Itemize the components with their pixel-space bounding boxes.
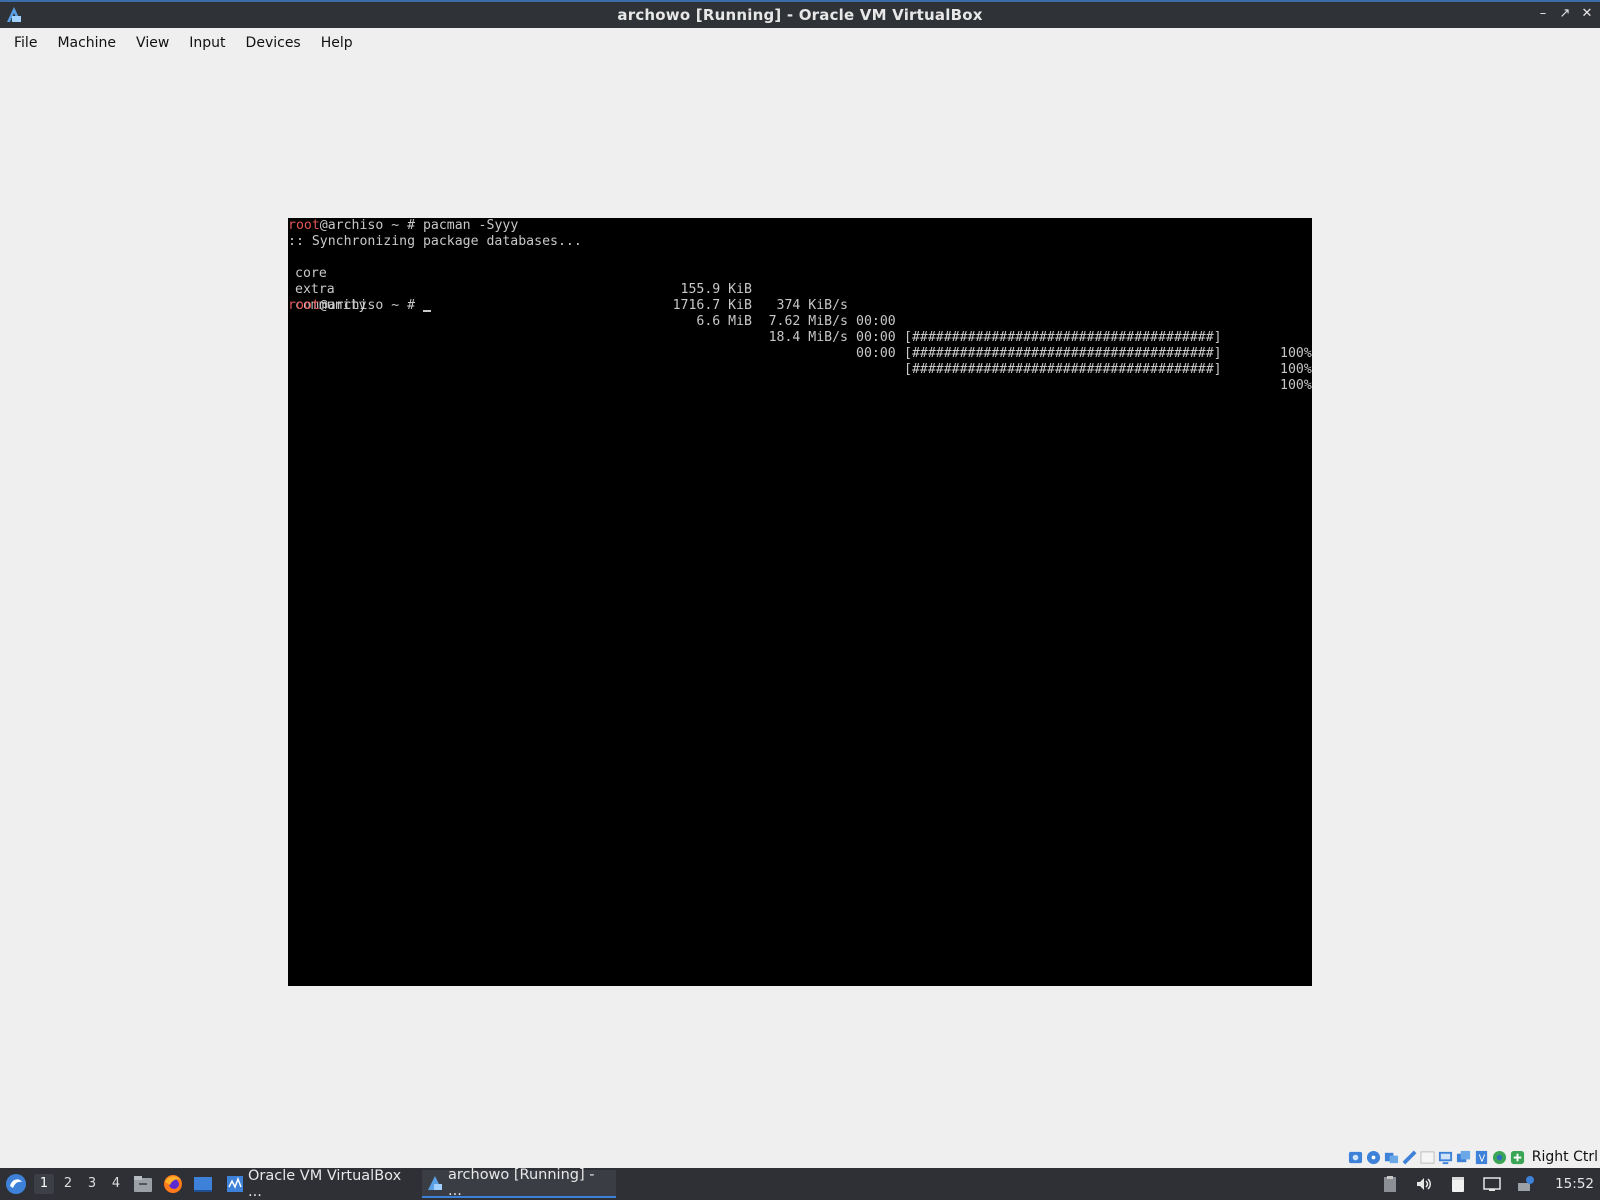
db-rate: 374 KiB/s	[776, 298, 848, 313]
minimize-button[interactable]: –	[1536, 6, 1550, 22]
db-rate: 7.62 MiB/s	[768, 314, 848, 329]
sync-message: :: Synchronizing package databases...	[288, 234, 582, 249]
terminal-cursor	[422, 298, 431, 312]
window-titlebar[interactable]: archowo [Running] - Oracle VM VirtualBox…	[0, 0, 1600, 28]
menu-file[interactable]: File	[4, 31, 47, 55]
workspace-3[interactable]: 3	[82, 1174, 102, 1194]
db-percent: 100%	[1280, 378, 1312, 393]
update-icon[interactable]	[1517, 1175, 1535, 1193]
virtualbox-manager-icon	[227, 1176, 243, 1192]
clock[interactable]: 15:52	[1555, 1176, 1594, 1192]
menu-input[interactable]: Input	[179, 31, 235, 55]
prompt-host: @archiso ~ #	[319, 298, 423, 313]
menu-view[interactable]: View	[126, 31, 179, 55]
file-manager-icon[interactable]	[132, 1173, 154, 1195]
network-icon[interactable]	[1402, 1150, 1417, 1165]
db-time: 00:00	[856, 346, 896, 361]
db-row-community: community 6.6 MiB 18.4 MiB/s 00:00 [####…	[288, 282, 1312, 393]
desktop-icon[interactable]	[192, 1173, 214, 1195]
db-progress-bar: [######################################]	[904, 330, 1222, 345]
host-key-label[interactable]: Right Ctrl	[1532, 1149, 1598, 1165]
system-tray: 15:52	[1381, 1168, 1600, 1200]
db-progress-bar: [######################################]	[904, 346, 1222, 361]
notes-icon[interactable]	[1449, 1175, 1467, 1193]
clipboard-icon[interactable]	[1381, 1175, 1399, 1193]
virtualbox-vm-icon	[428, 1176, 442, 1190]
mouse-integration-icon[interactable]	[1492, 1150, 1507, 1165]
prompt-user: root	[288, 298, 320, 313]
usb-icon[interactable]	[1420, 1150, 1435, 1165]
taskbar: 1 2 3 4 Oracle VM VirtualBox ... archowo…	[0, 1167, 1600, 1200]
terminal-prompt-line: root@archiso ~ #	[288, 298, 431, 314]
menubar: File Machine View Input Devices Help	[0, 28, 1600, 58]
workspace-1[interactable]: 1	[34, 1174, 54, 1194]
close-button[interactable]: ✕	[1580, 6, 1594, 22]
db-progress-bar: [######################################]	[904, 362, 1222, 377]
audio-icon[interactable]	[1384, 1150, 1399, 1165]
optical-drive-icon[interactable]	[1366, 1150, 1381, 1165]
db-time: 00:00	[856, 330, 896, 345]
db-row-extra: extra 1716.7 KiB 7.62 MiB/s 00:00 [#####…	[288, 266, 1312, 377]
prompt-host: @archiso ~ #	[319, 218, 423, 233]
task-label: archowo [Running] - ...	[448, 1167, 595, 1199]
window-title: archowo [Running] - Oracle VM VirtualBox	[617, 6, 983, 24]
task-virtualbox-manager[interactable]: Oracle VM VirtualBox ...	[222, 1168, 414, 1200]
hard-disk-icon[interactable]	[1348, 1150, 1363, 1165]
db-rate: 18.4 MiB/s	[768, 330, 848, 345]
guest-additions-icon[interactable]	[1510, 1150, 1525, 1165]
menu-help[interactable]: Help	[311, 31, 363, 55]
db-percent: 100%	[1280, 346, 1312, 361]
task-label: Oracle VM VirtualBox ...	[248, 1168, 402, 1200]
db-time: 00:00	[856, 314, 896, 329]
maximize-button[interactable]: ↗	[1558, 6, 1572, 22]
svg-text:V: V	[1478, 1153, 1485, 1164]
db-size: 6.6 MiB	[696, 314, 752, 329]
terminal-command-line: root@archiso ~ # pacman -Syyy	[288, 218, 518, 234]
db-percent: 100%	[1280, 362, 1312, 377]
db-size: 1716.7 KiB	[672, 298, 752, 313]
terminal-command: pacman -Syyy	[422, 218, 519, 233]
workspace-2[interactable]: 2	[58, 1174, 78, 1194]
menu-machine[interactable]: Machine	[47, 31, 126, 55]
video-capture-icon[interactable]: V	[1474, 1150, 1489, 1165]
display-icon[interactable]	[1456, 1150, 1471, 1165]
start-menu-icon[interactable]	[4, 1172, 28, 1196]
firefox-icon[interactable]	[162, 1173, 184, 1195]
vm-display[interactable]: root@archiso ~ # pacman -Syyy :: Synchro…	[288, 218, 1312, 986]
menu-devices[interactable]: Devices	[236, 31, 311, 55]
prompt-user: root	[288, 218, 320, 233]
db-row-core: core 155.9 KiB 374 KiB/s 00:00 [########…	[288, 250, 1312, 361]
workspace-4[interactable]: 4	[106, 1174, 126, 1194]
vbox-status-bar: V Right Ctrl	[1348, 1146, 1600, 1168]
task-archowo-vm[interactable]: archowo [Running] - ...	[422, 1167, 616, 1199]
network-tray-icon[interactable]	[1483, 1175, 1501, 1193]
volume-icon[interactable]	[1415, 1175, 1433, 1193]
shared-folders-icon[interactable]	[1438, 1150, 1453, 1165]
